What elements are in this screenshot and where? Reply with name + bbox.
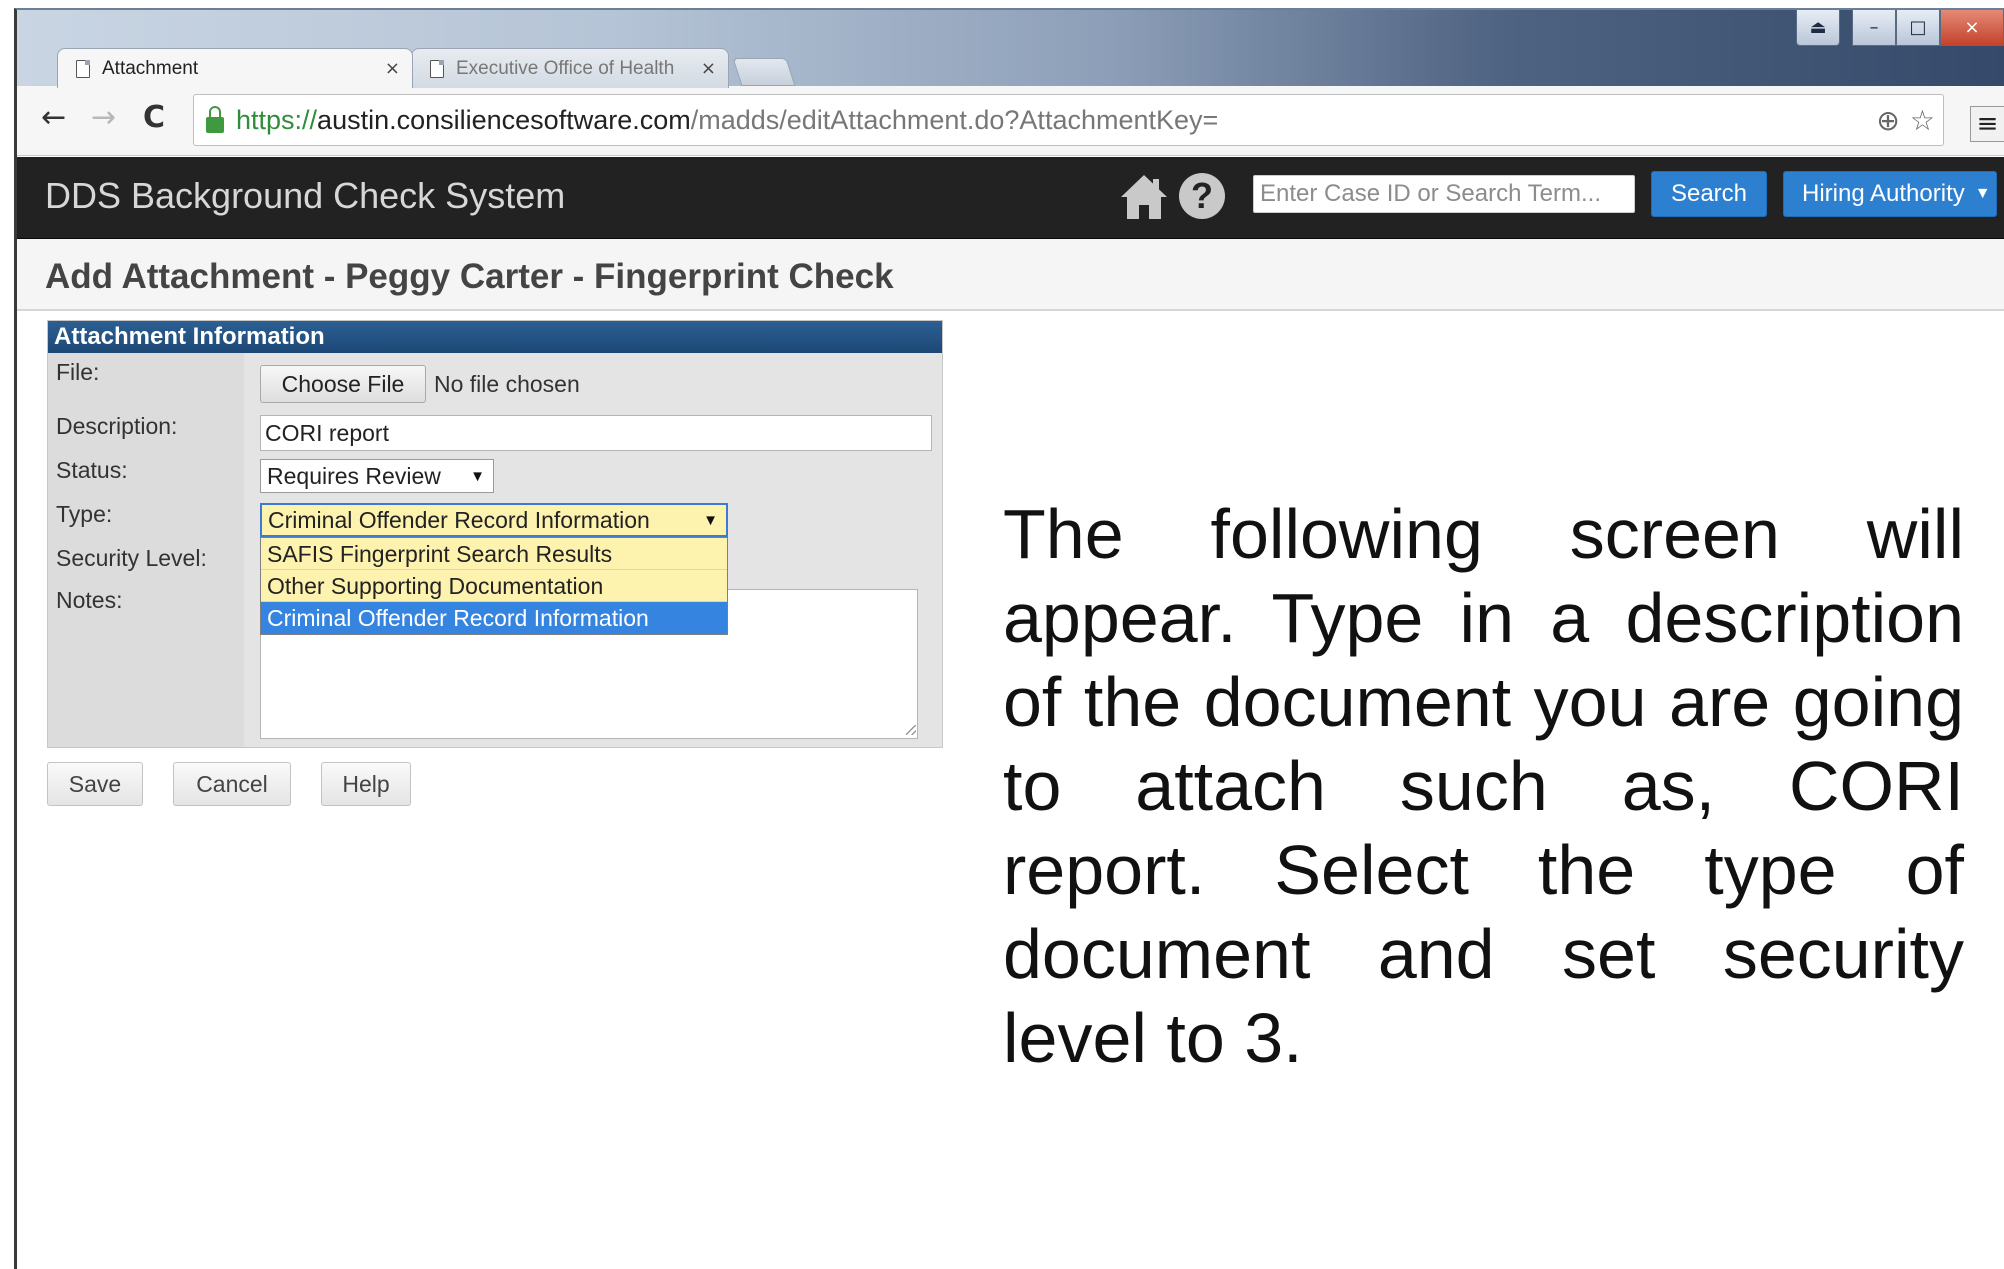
type-option-safis[interactable]: SAFIS Fingerprint Search Results xyxy=(261,538,727,570)
description-label: Description: xyxy=(56,413,178,439)
type-option-cori[interactable]: Criminal Offender Record Information xyxy=(261,602,727,634)
maximize-icon[interactable]: □ xyxy=(1896,10,1940,46)
minimize-icon[interactable]: – xyxy=(1852,10,1896,46)
browser-menu-icon[interactable]: ≡ xyxy=(1970,106,2004,142)
save-button[interactable]: Save xyxy=(47,762,143,806)
close-tab-icon[interactable]: × xyxy=(385,58,400,79)
notes-label: Notes: xyxy=(56,587,123,613)
description-input[interactable]: CORI report xyxy=(260,415,932,451)
tab-attachment[interactable]: Attachment × xyxy=(57,48,413,88)
status-select[interactable]: Requires Review ▼ xyxy=(260,459,494,493)
zoom-icon[interactable]: ⊕ xyxy=(1876,104,1899,137)
file-label: File: xyxy=(56,359,100,385)
user-profile-icon[interactable]: ⏏ xyxy=(1796,10,1840,46)
bookmark-star-icon[interactable]: ☆ xyxy=(1910,104,1935,137)
page-title-bar: Add Attachment - Peggy Carter - Fingerpr… xyxy=(17,239,2004,311)
type-label: Type: xyxy=(56,501,113,527)
type-select[interactable]: Criminal Offender Record Information ▼ xyxy=(260,503,728,537)
page-title: Add Attachment - Peggy Carter - Fingerpr… xyxy=(45,257,894,296)
dropdown-arrow-icon: ▼ xyxy=(470,467,485,485)
type-option-other-supporting[interactable]: Other Supporting Documentation xyxy=(261,570,727,602)
help-button[interactable]: Help xyxy=(321,762,411,806)
browser-toolbar: ← → C https:// austin.consiliencesoftwar… xyxy=(17,86,2004,156)
page-icon xyxy=(76,59,90,78)
url-host: austin.consiliencesoftware.com xyxy=(317,104,691,135)
cancel-button[interactable]: Cancel xyxy=(173,762,291,806)
file-status: No file chosen xyxy=(434,371,580,397)
resize-handle-icon[interactable] xyxy=(906,725,916,735)
lock-icon xyxy=(206,106,224,133)
omnibox-icons: ⊕ ☆ xyxy=(1876,104,1943,137)
address-bar[interactable]: https:// austin.consiliencesoftware.com … xyxy=(193,94,1944,146)
case-search-input[interactable] xyxy=(1253,175,1635,213)
hiring-authority-label: Hiring Authority xyxy=(1802,180,1965,207)
url-path: /madds/editAttachment.do?AttachmentKey= xyxy=(690,104,1219,135)
dropdown-arrow-icon: ▼ xyxy=(703,511,718,529)
close-tab-icon[interactable]: × xyxy=(701,58,716,79)
page-icon xyxy=(430,59,444,78)
reload-icon[interactable]: C xyxy=(143,100,165,136)
type-value: Criminal Offender Record Information xyxy=(268,506,650,533)
window-controls: ⏏ – □ × xyxy=(1796,10,2004,46)
hiring-authority-menu[interactable]: Hiring Authority ▼ xyxy=(1783,171,1997,217)
tab-title: Attachment xyxy=(102,57,199,79)
caret-down-icon: ▼ xyxy=(1974,185,1991,202)
url-scheme: https:// xyxy=(236,104,318,135)
choose-file-button[interactable]: Choose File xyxy=(260,365,426,403)
type-dropdown-list: SAFIS Fingerprint Search Results Other S… xyxy=(260,537,728,635)
instruction-text: The following screen will appear. Type i… xyxy=(1003,495,1964,1077)
close-window-icon[interactable]: × xyxy=(1940,10,2004,46)
status-label: Status: xyxy=(56,457,128,483)
home-icon[interactable] xyxy=(1119,173,1169,221)
back-icon[interactable]: ← xyxy=(41,100,66,136)
panel-title: Attachment Information xyxy=(48,321,942,353)
new-tab-button[interactable] xyxy=(732,58,796,86)
attachment-info-panel: Attachment Information File: Description… xyxy=(47,320,943,748)
tab-executive-office[interactable]: Executive Office of Health × xyxy=(411,48,729,88)
app-title[interactable]: DDS Background Check System xyxy=(45,175,565,217)
help-icon[interactable]: ? xyxy=(1179,173,1225,219)
tab-title: Executive Office of Health xyxy=(456,57,675,79)
forward-icon[interactable]: → xyxy=(91,100,116,136)
app-header: DDS Background Check System ? Search Hir… xyxy=(17,157,2004,239)
search-button[interactable]: Search xyxy=(1651,171,1767,217)
security-level-label: Security Level: xyxy=(56,545,207,571)
status-value: Requires Review xyxy=(267,462,441,489)
